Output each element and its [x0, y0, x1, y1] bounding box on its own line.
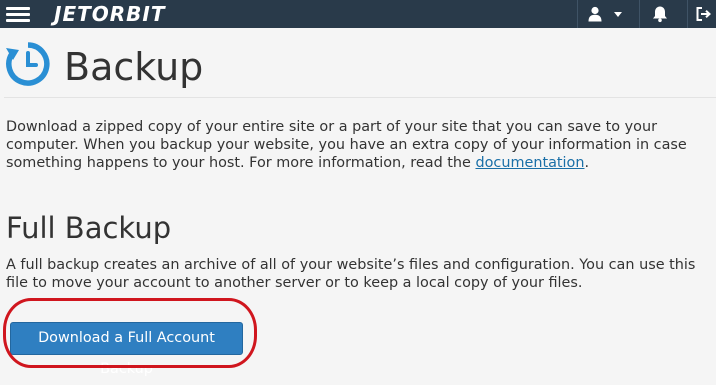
notifications-button[interactable]: [640, 0, 680, 28]
intro-text: Download a zipped copy of your entire si…: [6, 118, 712, 172]
intro-end: .: [584, 155, 590, 171]
hamburger-icon[interactable]: [4, 4, 32, 24]
user-icon: [588, 6, 602, 22]
logout-icon: [696, 7, 711, 21]
divider: [4, 97, 716, 98]
full-backup-heading: Full Backup: [6, 211, 172, 245]
top-navbar: JETORBIT: [0, 0, 716, 28]
user-menu-button[interactable]: [578, 0, 634, 28]
full-backup-description: A full backup creates an archive of all …: [6, 257, 696, 291]
backup-clock-icon: [6, 42, 50, 86]
bell-icon: [653, 6, 667, 23]
download-full-backup-button[interactable]: Download a Full Account Backup: [10, 322, 243, 377]
caret-down-icon: [614, 12, 622, 17]
brand-logo[interactable]: JETORBIT: [54, 1, 165, 27]
page-title: Backup: [64, 45, 204, 89]
documentation-link[interactable]: documentation: [475, 155, 584, 171]
logout-button[interactable]: [688, 0, 716, 28]
